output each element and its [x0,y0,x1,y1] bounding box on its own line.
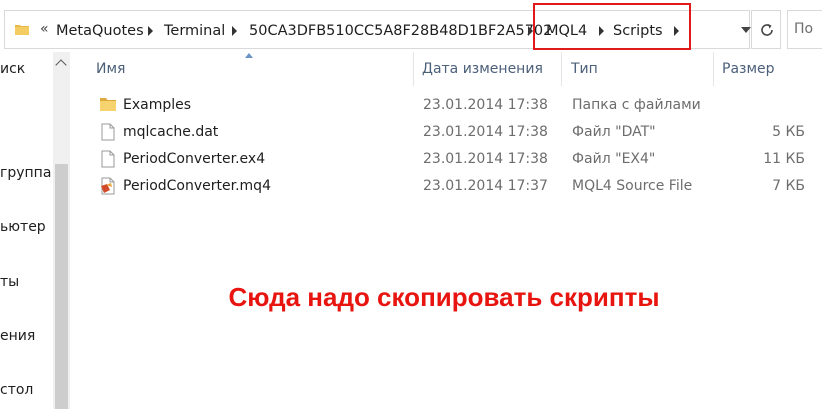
search-input[interactable]: По [787,10,822,49]
sort-arrow-icon [245,53,253,58]
file-date: 23.01.2014 17:38 [423,151,548,167]
chevron-up-icon[interactable] [55,59,67,71]
nav-item[interactable]: иск [0,61,25,77]
file-size: 5 КБ [772,124,805,140]
file-icon [101,123,115,141]
column-divider[interactable] [713,52,714,86]
crumb-terminal[interactable]: Terminal [164,23,225,39]
nav-item[interactable]: ьютер [0,219,46,235]
chevron-down-icon[interactable] [741,27,751,33]
breadcrumb-overflow[interactable]: « [40,21,49,37]
column-date[interactable]: Дата изменения [422,61,543,77]
chevron-right-icon[interactable] [232,26,237,36]
column-size[interactable]: Размер [722,61,775,77]
address-bar: « MetaQuotes Terminal 50CA3DFB510CC5A8F2… [0,8,822,52]
file-row[interactable]: PeriodConverter.mq4 23.01.2014 17:37 MQL… [72,174,822,200]
highlight-box [533,3,691,50]
file-name: Examples [123,97,192,113]
file-name: PeriodConverter.ex4 [123,151,266,167]
file-row[interactable]: mqlcache.dat 23.01.2014 17:38 Файл "DAT"… [72,120,822,146]
nav-item[interactable]: стол [0,382,33,398]
nav-item[interactable]: группа [0,165,51,181]
file-size: 11 КБ [763,151,805,167]
file-icon [101,150,115,168]
column-header-row: Имя Дата изменения Тип Размер [72,52,822,86]
column-divider[interactable] [561,52,562,86]
file-date: 23.01.2014 17:37 [423,178,548,194]
file-date: 23.01.2014 17:38 [423,97,548,113]
file-size: 7 КБ [772,178,805,194]
crumb-metaquotes[interactable]: MetaQuotes [56,23,144,39]
folder-icon [100,98,116,111]
column-divider[interactable] [413,52,414,86]
folder-icon [15,25,29,35]
file-row[interactable]: PeriodConverter.ex4 23.01.2014 17:38 Фай… [72,147,822,173]
file-date: 23.01.2014 17:38 [423,124,548,140]
column-name[interactable]: Имя [96,61,125,77]
file-row[interactable]: Examples 23.01.2014 17:38 Папка с файлам… [72,93,822,119]
refresh-icon [761,24,773,36]
file-type: Файл "EX4" [572,151,656,167]
file-type: Файл "DAT" [572,124,656,140]
refresh-button[interactable] [751,10,781,49]
crumb-terminal-id[interactable]: 50CA3DFB510CC5A8F28B48D1BF2A5702 [249,23,552,39]
file-name: PeriodConverter.mq4 [123,178,271,194]
file-type: MQL4 Source File [572,178,693,194]
file-name: mqlcache.dat [123,124,219,140]
nav-item[interactable]: ения [0,328,35,344]
annotation-text: Сюда надо скопировать скрипты [228,282,660,312]
column-type[interactable]: Тип [571,61,598,77]
chevron-right-icon[interactable] [148,26,153,36]
nav-scrollbar[interactable] [53,52,70,409]
mq4-file-icon [101,177,115,195]
search-placeholder: По [794,21,814,37]
file-type: Папка с файлами [572,97,701,113]
